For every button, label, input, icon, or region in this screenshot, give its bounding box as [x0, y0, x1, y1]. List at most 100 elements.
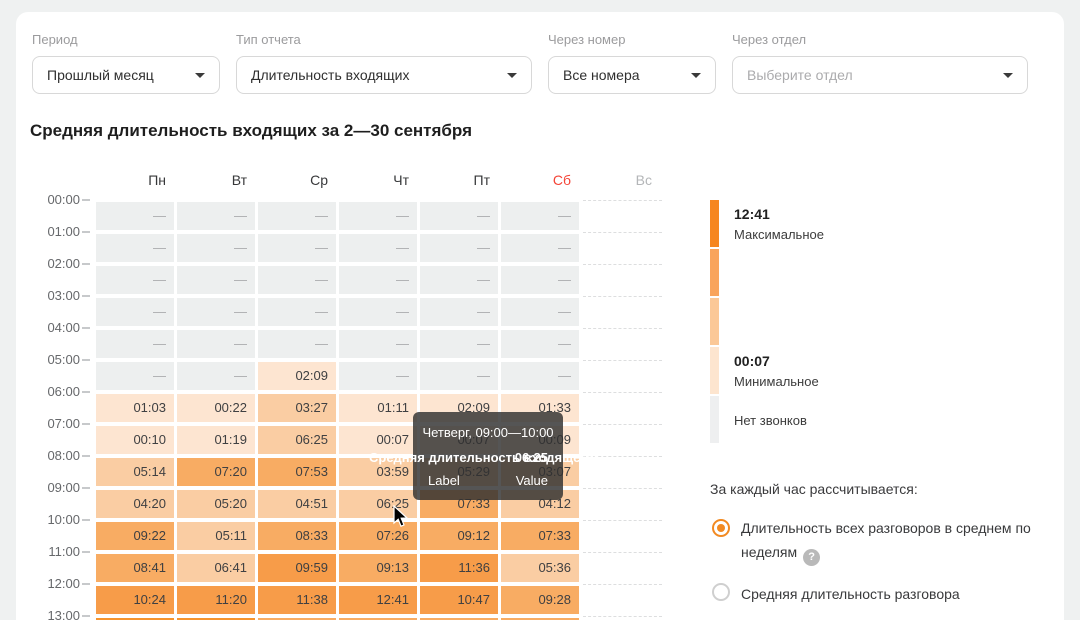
- empty-column-gridline: [583, 264, 662, 265]
- heatmap-cell[interactable]: —: [501, 266, 579, 294]
- heatmap-cell[interactable]: —: [339, 330, 417, 358]
- heatmap-cell[interactable]: —: [96, 202, 174, 230]
- legend-swatch: [710, 298, 719, 345]
- heatmap-cell[interactable]: —: [420, 330, 498, 358]
- heatmap-cell[interactable]: 08:41: [96, 554, 174, 582]
- heatmap-cell[interactable]: —: [258, 298, 336, 326]
- heatmap-cell[interactable]: 07:53: [258, 458, 336, 486]
- heatmap-cell[interactable]: 00:22: [177, 394, 255, 422]
- legend-max-label: Максимальное: [734, 227, 824, 242]
- heatmap-cell[interactable]: —: [420, 298, 498, 326]
- heatmap-cell[interactable]: 09:22: [96, 522, 174, 550]
- heatmap-cell[interactable]: 09:28: [501, 586, 579, 614]
- heatmap-cell[interactable]: 06:41: [177, 554, 255, 582]
- heatmap-cell[interactable]: 01:11: [339, 394, 417, 422]
- heatmap-cell[interactable]: —: [258, 266, 336, 294]
- heatmap-cell[interactable]: 09:59: [258, 554, 336, 582]
- day-header-Вт: Вт: [231, 172, 247, 188]
- heatmap-cell[interactable]: —: [177, 330, 255, 358]
- hour-label: 00:00: [47, 192, 80, 207]
- heatmap-cell[interactable]: 11:38: [258, 586, 336, 614]
- day-header-Сб: Сб: [552, 172, 571, 188]
- heatmap-cell[interactable]: 01:03: [96, 394, 174, 422]
- hour-label: 02:00: [47, 256, 80, 271]
- heatmap-cell[interactable]: 10:47: [420, 586, 498, 614]
- heatmap-cell[interactable]: —: [420, 234, 498, 262]
- heatmap-cell[interactable]: 03:27: [258, 394, 336, 422]
- heatmap-cell[interactable]: 09:13: [339, 554, 417, 582]
- heatmap-cell[interactable]: —: [339, 266, 417, 294]
- heatmap-cell[interactable]: 05:20: [177, 490, 255, 518]
- heatmap-cell[interactable]: 12:41: [339, 586, 417, 614]
- heatmap-cell[interactable]: —: [339, 202, 417, 230]
- heatmap-cell[interactable]: 00:10: [96, 426, 174, 454]
- hour-tick: [82, 583, 90, 585]
- heatmap-cell[interactable]: 11:36: [420, 554, 498, 582]
- hour-tick: [82, 551, 90, 553]
- heatmap-cell[interactable]: —: [501, 330, 579, 358]
- heatmap-cell[interactable]: 10:24: [96, 586, 174, 614]
- heatmap-cell[interactable]: 01:19: [177, 426, 255, 454]
- legend-swatch: [710, 200, 719, 247]
- hour-label: 09:00: [47, 480, 80, 495]
- hour-label: 08:00: [47, 448, 80, 463]
- heatmap-cell[interactable]: 04:20: [96, 490, 174, 518]
- empty-column-gridline: [583, 296, 662, 297]
- heatmap-cell[interactable]: —: [177, 362, 255, 390]
- heatmap-cell[interactable]: —: [96, 234, 174, 262]
- day-header-Вс: Вс: [635, 172, 652, 188]
- heatmap-cell[interactable]: —: [420, 362, 498, 390]
- heatmap-cell[interactable]: —: [501, 234, 579, 262]
- heatmap-cell[interactable]: —: [96, 362, 174, 390]
- hour-label: 04:00: [47, 320, 80, 335]
- hour-label: 03:00: [47, 288, 80, 303]
- heatmap-cell[interactable]: —: [420, 266, 498, 294]
- radio-avg-all-calls-label[interactable]: Длительность всех разговоров в среднем п…: [741, 516, 1041, 566]
- heatmap-cell[interactable]: —: [420, 202, 498, 230]
- heatmap-cell[interactable]: 02:09: [258, 362, 336, 390]
- hour-tick: [82, 519, 90, 521]
- heatmap-cell[interactable]: —: [258, 202, 336, 230]
- hour-tick: [82, 487, 90, 489]
- heatmap-cell[interactable]: 07:33: [501, 522, 579, 550]
- heatmap-cell[interactable]: —: [339, 298, 417, 326]
- heatmap-cell[interactable]: 06:25: [258, 426, 336, 454]
- heatmap-cell[interactable]: 11:20: [177, 586, 255, 614]
- tooltip-title: Четверг, 09:00—10:00: [422, 425, 554, 440]
- heatmap-cell[interactable]: —: [258, 234, 336, 262]
- heatmap-cell[interactable]: —: [96, 330, 174, 358]
- heatmap-cell[interactable]: —: [501, 362, 579, 390]
- hour-tick: [82, 231, 90, 233]
- radio-avg-conversation[interactable]: [712, 583, 730, 601]
- help-icon[interactable]: ?: [803, 549, 821, 566]
- radio-avg-conversation-label[interactable]: Средняя длительность разговора: [741, 582, 1061, 606]
- radio-avg-all-calls[interactable]: [712, 519, 730, 537]
- heatmap-cell[interactable]: —: [339, 362, 417, 390]
- hour-label: 06:00: [47, 384, 80, 399]
- heatmap-cell[interactable]: —: [501, 298, 579, 326]
- day-header-Пт: Пт: [473, 172, 490, 188]
- heatmap-cell[interactable]: 09:12: [420, 522, 498, 550]
- heatmap-cell[interactable]: —: [177, 298, 255, 326]
- heatmap-cell[interactable]: —: [177, 202, 255, 230]
- heatmap-cell[interactable]: 05:11: [177, 522, 255, 550]
- hour-label: 01:00: [47, 224, 80, 239]
- heatmap-cell[interactable]: 05:36: [501, 554, 579, 582]
- heatmap-cell[interactable]: —: [501, 202, 579, 230]
- tooltip-value-caption: Value: [515, 473, 548, 488]
- heatmap-cell[interactable]: —: [258, 330, 336, 358]
- heatmap-cell[interactable]: —: [96, 266, 174, 294]
- tooltip-value: 06:25: [514, 450, 548, 465]
- heatmap-cell[interactable]: 07:20: [177, 458, 255, 486]
- hour-tick: [82, 295, 90, 297]
- heatmap-cell[interactable]: 04:51: [258, 490, 336, 518]
- heatmap-cell[interactable]: 08:33: [258, 522, 336, 550]
- heatmap-cell[interactable]: —: [177, 234, 255, 262]
- empty-column-gridline: [583, 616, 662, 617]
- heatmap-cell[interactable]: —: [339, 234, 417, 262]
- heatmap-cell[interactable]: —: [177, 266, 255, 294]
- heatmap-cell[interactable]: 05:14: [96, 458, 174, 486]
- empty-column-gridline: [583, 200, 662, 201]
- hour-tick: [82, 391, 90, 393]
- heatmap-cell[interactable]: —: [96, 298, 174, 326]
